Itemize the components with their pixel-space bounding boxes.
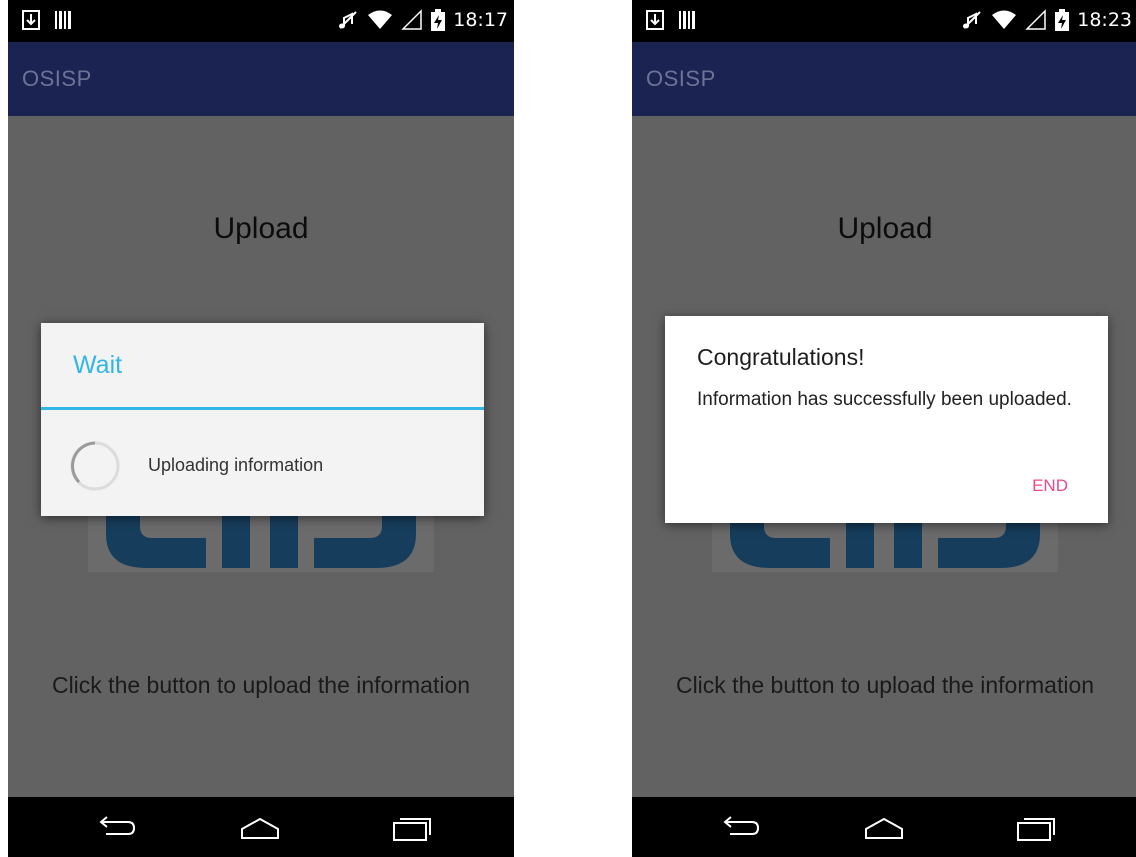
progress-dialog: Wait Uploading information xyxy=(41,323,484,516)
upload-content: Upload Click the button to upload the in… xyxy=(632,116,1136,797)
phone-screen-uploading: 18:17 OSISP Upload Click the button to u… xyxy=(8,0,514,857)
recent-apps-icon[interactable] xyxy=(388,813,436,843)
app-bar: OSISP xyxy=(8,42,514,116)
signal-icon xyxy=(401,9,422,30)
status-bar: 18:23 xyxy=(632,0,1136,42)
page-title: Upload xyxy=(837,212,933,245)
dialog-title: Wait xyxy=(73,351,123,379)
back-icon[interactable] xyxy=(92,813,140,843)
mute-icon xyxy=(963,11,981,29)
signal-icon xyxy=(1025,9,1046,30)
app-bar: OSISP xyxy=(632,42,1136,116)
barcode-notification-icon xyxy=(55,11,71,29)
upload-content: Upload Click the button to upload the in… xyxy=(8,116,514,797)
dialog-title: Congratulations! xyxy=(697,344,865,370)
status-time: 18:23 xyxy=(1077,9,1132,31)
dialog-message: Information has successfully been upload… xyxy=(697,389,1072,410)
dialog-message: Uploading information xyxy=(148,455,324,475)
mute-icon xyxy=(339,11,357,29)
wifi-icon xyxy=(368,10,393,29)
download-notification-icon xyxy=(22,10,40,30)
battery-charging-icon xyxy=(431,9,446,31)
end-button[interactable]: END xyxy=(1032,476,1068,496)
phone-screen-success: 18:23 OSISP Upload Click the button to u… xyxy=(632,0,1136,857)
back-icon[interactable] xyxy=(716,813,764,843)
status-bar: 18:17 xyxy=(8,0,514,42)
instruction-text: Click the button to upload the informati… xyxy=(675,672,1095,698)
home-icon[interactable] xyxy=(236,813,284,843)
barcode-notification-icon xyxy=(679,11,695,29)
wifi-icon xyxy=(992,10,1017,29)
progress-spinner-icon xyxy=(70,441,120,491)
success-dialog: Congratulations! Information has success… xyxy=(665,316,1108,523)
navigation-bar xyxy=(8,797,514,857)
battery-charging-icon xyxy=(1055,9,1070,31)
download-notification-icon xyxy=(646,10,664,30)
instruction-text: Click the button to upload the informati… xyxy=(51,672,471,698)
navigation-bar xyxy=(632,797,1136,857)
recent-apps-icon[interactable] xyxy=(1012,813,1060,843)
app-title: OSISP xyxy=(22,66,92,91)
app-title: OSISP xyxy=(646,66,716,91)
dialog-title-divider xyxy=(41,407,484,410)
status-time: 18:17 xyxy=(453,9,508,31)
app-logo xyxy=(88,510,434,572)
page-title: Upload xyxy=(213,212,309,245)
home-icon[interactable] xyxy=(860,813,908,843)
